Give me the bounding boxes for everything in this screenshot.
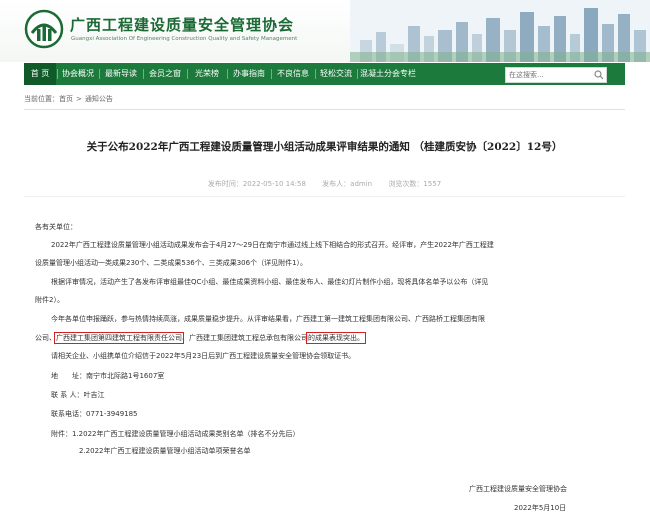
paragraph-1-line-2: 设质量管理小组活动一类成果230个、二类成果536个、三类成果306个（详见附件… xyxy=(35,259,308,267)
breadcrumb-separator: > xyxy=(76,95,82,103)
contact-address: 地 址：南宁市北际路1号1607室 xyxy=(51,372,165,380)
contact-person: 联 系 人：叶吉江 xyxy=(51,391,105,399)
article-title: 关于公布2022年广西工程建设质量管理小组活动成果评审结果的通知 （桂建质安协〔… xyxy=(86,141,563,153)
paragraph-3-line-2: 公司、广西建工集团第四建筑工程有限责任公司、广西建工集团建筑工程总承包有限公司的… xyxy=(35,332,366,344)
nav-members[interactable]: 会员之窗 xyxy=(144,63,186,85)
association-logo-icon[interactable] xyxy=(24,9,64,49)
paragraph-3-text-a: 公司、 xyxy=(35,334,56,342)
nav-bad-records[interactable]: 不良信息 xyxy=(272,63,314,85)
nav-easy-exchange[interactable]: 轻松交流 xyxy=(316,63,356,85)
paragraph-4: 请相关企业、小组携单位介绍信于2022年5月23日后到广西工程建设质量安全管理协… xyxy=(51,352,356,360)
nav-about[interactable]: 协会概况 xyxy=(58,63,98,85)
site-header: 广西工程建设质量安全管理协会 Guangxi Association Of En… xyxy=(0,0,650,62)
publisher: 发布人：admin xyxy=(322,180,373,188)
view-count: 浏览次数：1557 xyxy=(388,180,442,188)
nav-home[interactable]: 首 页 xyxy=(24,63,56,85)
signature: 广西工程建设质量安全管理协会 xyxy=(469,485,567,493)
logo-title: 广西工程建设质量安全管理协会 xyxy=(70,16,295,34)
breadcrumb: 当前位置：首页 > 通知公告 xyxy=(24,94,113,104)
breadcrumb-divider xyxy=(24,109,625,110)
breadcrumb-notices-link[interactable]: 通知公告 xyxy=(85,95,113,103)
search-box xyxy=(505,67,607,83)
paragraph-1-line-1: 2022年广西工程建设质量管理小组活动成果发布会于4月27～29日在南宁市通过线… xyxy=(51,241,494,249)
breadcrumb-label: 当前位置： xyxy=(24,95,59,103)
publish-time: 发布时间：2022-05-10 14:58 xyxy=(207,180,306,188)
attachment-2-link[interactable]: 2.2022年广西工程建设质量管理小组活动单项荣誉名单 xyxy=(79,446,251,456)
highlighted-company: 广西建工集团第四建筑工程有限责任公司 xyxy=(54,332,184,344)
logo-subtitle: Guangxi Association Of Engineering Const… xyxy=(71,36,298,42)
paragraph-2-line-1: 根据评审情况，活动产生了各发布评审组最佳QC小组、最佳成果资料小组、最佳发布人、… xyxy=(51,278,489,286)
nav-service-guide[interactable]: 办事指南 xyxy=(228,63,270,85)
nav-latest-news[interactable]: 最新导读 xyxy=(100,63,142,85)
article-meta: 发布时间：2022-05-10 14:58 发布人：admin 浏览次数：155… xyxy=(24,179,625,189)
nav-concrete-branch[interactable]: 混凝土分会专栏 xyxy=(358,63,418,85)
contact-phone: 联系电话：0771-3949185 xyxy=(51,410,138,418)
meta-divider xyxy=(24,196,625,197)
city-skyline-banner xyxy=(350,0,650,62)
signature-date: 2022年5月10日 xyxy=(514,504,567,512)
highlighted-outstanding: 的成果表现突出。 xyxy=(306,332,366,344)
search-input[interactable] xyxy=(506,68,591,82)
search-icon[interactable] xyxy=(594,70,604,80)
paragraph-3-line-1: 今年各单位申报踊跃，参与热情持续高涨，成果质量稳步提升。从评审结果看，广西建工第… xyxy=(51,315,485,323)
attachment-1-link[interactable]: 附件：1.2022年广西工程建设质量管理小组活动成果类别名单（排名不分先后） xyxy=(51,429,300,439)
breadcrumb-home-link[interactable]: 首页 xyxy=(59,95,73,103)
salutation: 各有关单位： xyxy=(35,223,77,231)
paragraph-2-line-2: 附件2）。 xyxy=(35,296,64,304)
paragraph-3-text-b: 、广西建工集团建筑工程总承包有限公司 xyxy=(182,334,308,342)
nav-honor-roll[interactable]: 光荣榜 xyxy=(188,63,226,85)
